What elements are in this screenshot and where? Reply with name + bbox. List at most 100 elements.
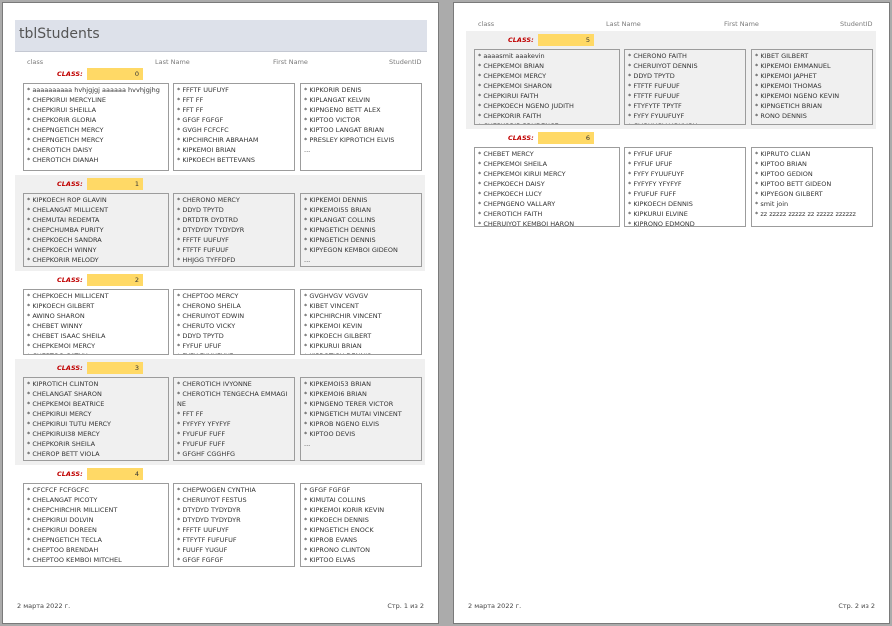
subreport-column-2: * CHEROTICH IVYONNE * CHEROTICH TENGECHA …	[173, 377, 295, 461]
subreport-column-3: * GFGF FGFGF * KIMUTAI COLLINS * KIPKEMOI …	[300, 483, 422, 567]
class-group-0: CLASS: 0 * aaaaaaaaaa hvhjgjgj aaaaaa hvvh…	[15, 65, 425, 175]
student-entry: * CHERONO FAITH	[628, 52, 687, 60]
student-entry: ...	[304, 146, 311, 154]
student-entry: * KIPTOO BETT GIDEON	[755, 180, 832, 188]
student-entry: * CHEPKOECH SANDRA	[27, 236, 102, 244]
student-entry: * KIPYEGON GILBERT	[755, 190, 823, 198]
student-entry: * FFT FF	[177, 96, 204, 104]
student-entry: * CHERONO SHEILA	[177, 302, 241, 310]
student-entry: * CHERUTO VICKY	[177, 322, 236, 330]
student-entry: ...	[304, 256, 311, 264]
class-group-2: CLASS: 2 * CHEPKOECH MILLICENT * KIPKOECH G…	[15, 271, 425, 359]
student-entry: * CHEROTICH FAITH	[478, 210, 543, 218]
student-entry: * KIPKEMOI EMMANUEL	[755, 62, 831, 70]
student-entry: * CHEPKIRUI DOREEN	[27, 526, 97, 534]
student-entry: * KIMUTAI COLLINS	[304, 496, 366, 504]
student-entry: * KIPROTICH CLINTON	[27, 380, 99, 388]
student-entry: * KIPKORIR DENIS	[304, 86, 362, 94]
student-entry: * KIPKOECH ROP GLAVIN	[27, 196, 107, 204]
student-entry: * CHEROP BETT VIOLA	[27, 450, 100, 458]
class-header-row: CLASS: 2	[15, 274, 425, 286]
student-entry: * KIPLANGAT COLLINS	[304, 216, 376, 224]
class-group-6: CLASS: 6 * CHEBET MERCY * CHEPKEMOI SHEILA *…	[466, 129, 876, 231]
student-entry: * DTYDYDY TYDYDYR	[177, 226, 245, 234]
subreport-column-3: * KIBET GILBERT * KIPKEMOI EMMANUEL * KIPK…	[751, 49, 873, 125]
student-entry: ...	[755, 121, 869, 124]
class-header-row: CLASS: 1	[15, 178, 425, 190]
student-entry: * CHEPKOECH DAISY	[478, 180, 545, 188]
student-entry: * CHELANGAT PICOTY	[27, 496, 98, 504]
student-entry: * FYFY FYUUFUYF	[628, 170, 685, 178]
student-entry: * CHEPTOO CHARITY	[27, 265, 165, 266]
student-entry: * CHEPKEMOI BEATRICE	[27, 400, 105, 408]
class-header-row: CLASS: 5	[466, 34, 876, 46]
student-entry: * KIPKEMOI THOMAS	[755, 82, 822, 90]
student-entry: * FYFY FYUUFUYF	[628, 112, 685, 120]
class-value: 3	[87, 362, 143, 374]
subreport-column-1: * KIPKOECH ROP GLAVIN * CHELANGAT MILLICE…	[23, 193, 169, 267]
student-entry: * KIPKEMOI BRIAN	[177, 146, 236, 154]
subreport-column-3: * KIPKEMOI53 BRIAN * KIPKEMOI6 BRIAN * KIP…	[300, 377, 422, 461]
class-label: CLASS:	[57, 180, 83, 188]
student-entry: * KIPROTICH DENNIS	[304, 351, 418, 354]
class-label: CLASS:	[57, 276, 83, 284]
footer-date: 2 марта 2022 г.	[17, 602, 71, 610]
subreport-column-1: * aaaasmit aaakevin * CHEPKEMOI BRIAN * CH…	[474, 49, 620, 125]
student-entry: * GFHFHG FGFHG	[177, 459, 291, 460]
student-entry: * KIPKOECH BETTEVANS	[177, 156, 256, 164]
student-entry: * CHEPKEMOI SHEILA	[478, 160, 548, 168]
student-entry: * FTFTF FUFUUF	[628, 92, 680, 100]
student-entry: * FYFUF UFUF	[628, 160, 673, 168]
student-entry: * FFFTF UUFUYF	[177, 236, 229, 244]
subreport-column-1: * KIPROTICH CLINTON * CHELANGAT SHARON * C…	[23, 377, 169, 461]
student-entry: * DTYDYD TYDYDYR	[177, 516, 241, 524]
subreport-column-2: * FYFUF UFUF * FYFUF UFUF * FYFY FYUUFUYF *…	[624, 147, 746, 227]
student-entry: * KIBET VINCENT	[304, 302, 359, 310]
class-group-1: CLASS: 1 * KIPKOECH ROP GLAVIN * CHELANGAT …	[15, 175, 425, 271]
student-entry: * KIPCHIRCHIR VINCENT	[304, 312, 382, 320]
student-entry: * RONO DENNIS	[755, 112, 807, 120]
class-header-row: CLASS: 6	[466, 132, 876, 144]
student-entry: * CHEPKIRUI FAITH	[478, 92, 539, 100]
student-entry: * FYFYFY YFYFYF	[628, 180, 682, 188]
student-entry: * CHEPKOECH LUCY	[478, 190, 542, 198]
student-entry: * CHEBET MERCY	[478, 150, 534, 158]
student-entry: * FFFTF UUFUYF	[177, 526, 229, 534]
student-entry: * CHEPNGETICH TECLA	[27, 536, 102, 544]
student-entry: * KIBET GILBERT	[755, 52, 809, 60]
student-entry: * CHEPKIRUI SHEILLA	[27, 106, 97, 114]
student-entry: * KIPNGETICH ENOCK	[304, 526, 374, 534]
student-entry: * KIPRONO EDMOND	[628, 220, 695, 227]
subreport-column-2: * CHEPWOGEN CYNTHIA * CHERUIYOT FESTUS * D…	[173, 483, 295, 567]
student-entry: * CHEPKIRUI TUTU MERCY	[27, 420, 112, 428]
student-entry: * CHEPKEMOI BRIAN	[478, 62, 545, 70]
student-entry: * CHERUIYOT FESTUS	[177, 496, 247, 504]
subreport-column-2: * CHERONO FAITH * CHERUIYOT DENNIS * DDYD …	[624, 49, 746, 125]
student-entry: * CHEROTICH TENGECHA EMMAGINE	[177, 390, 288, 408]
subreport-column-1: * CHEPKOECH MILLICENT * KIPKOECH GILBERT *…	[23, 289, 169, 355]
student-entry: * FFT FF	[177, 106, 204, 114]
student-entry: * KIPKURUI BRIAN	[304, 342, 362, 350]
student-entry: * GFGF FGFGF	[177, 116, 224, 124]
student-entry: * KIPTOO LANGAT BRIAN	[304, 126, 384, 134]
column-header-last-name: Last Name	[606, 20, 641, 28]
footer-date: 2 марта 2022 г.	[468, 602, 522, 610]
student-entry: * CHEPKORIR SHEILA	[27, 440, 96, 448]
student-entry: * KIPNGENO BETT ALEX	[304, 106, 381, 114]
student-entry: * FUUFF YUGUF	[177, 546, 228, 554]
student-entry: * KIPKEMOI53 BRIAN	[304, 380, 371, 388]
student-entry: * KIPKOECH GILBERT	[304, 332, 372, 340]
report-title-bar: tblStudents	[15, 20, 427, 52]
student-entry: * CHEPKORIR MELODY	[27, 256, 99, 264]
student-entry: * CHEBET WINNY	[27, 322, 83, 330]
student-entry: * CHEPWOGEN CYNTHIA	[177, 486, 256, 494]
subreport-column-3: * GVGHVGV VGVGV * KIBET VINCENT * KIPCHIRC…	[300, 289, 422, 355]
student-entry: * KIPKEMOI6 BRIAN	[304, 390, 367, 398]
student-entry: * CHEPTOO BRENDAH	[27, 546, 99, 554]
student-entry: * GFGF FGFGF	[304, 486, 351, 494]
student-entry: * KIPTOO VICTOR	[304, 116, 361, 124]
student-entry: * CHEMUTAI REDEMTA	[27, 216, 100, 224]
student-entry: * zz zzzzz zzzzz zz zzzzz zzzzzz	[755, 210, 856, 218]
subreport-column-2: * FFFTF UUFUYF * FFT FF * FFT FF * GFGF FGF…	[173, 83, 295, 171]
footer-page-number: Стр. 1 из 2	[387, 602, 424, 610]
